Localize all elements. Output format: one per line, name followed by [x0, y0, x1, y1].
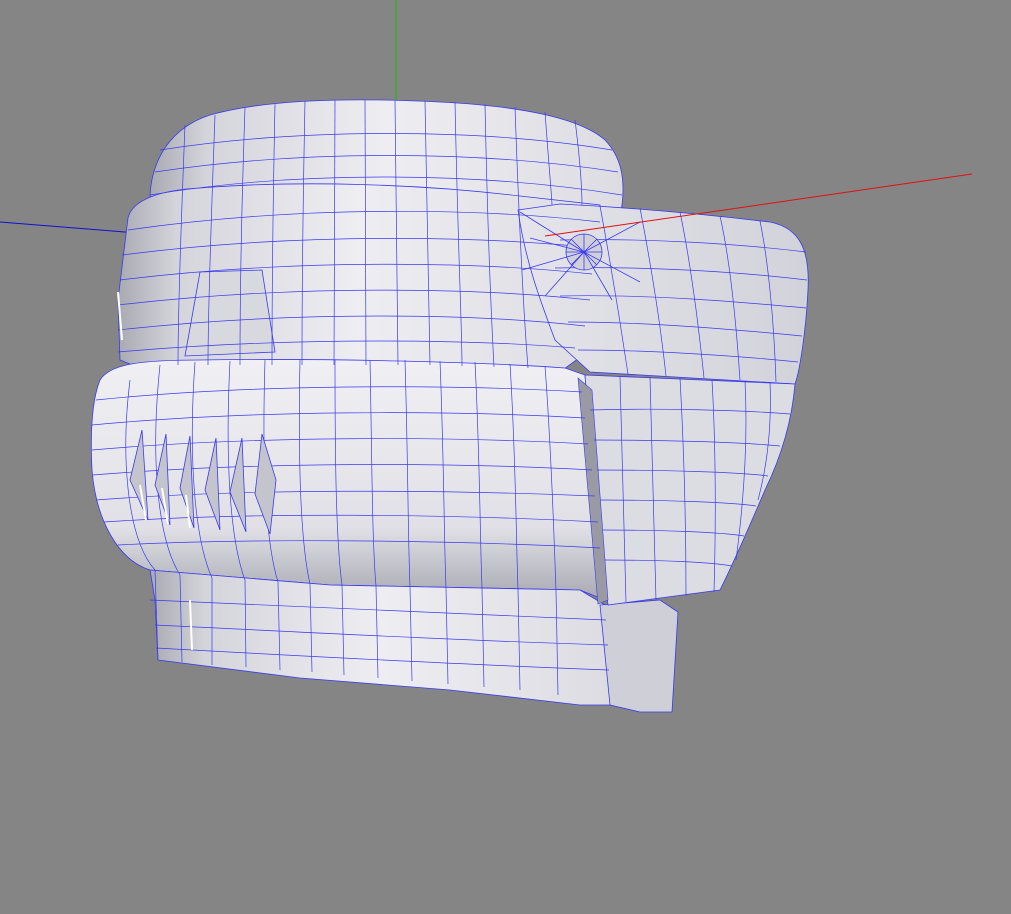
mesh-chin-piece — [599, 599, 679, 713]
viewport-canvas[interactable] — [0, 0, 1011, 914]
3d-viewport[interactable] — [0, 0, 1011, 914]
wireframe-head-mesh[interactable] — [90, 99, 809, 713]
mesh-jaw — [149, 569, 611, 706]
